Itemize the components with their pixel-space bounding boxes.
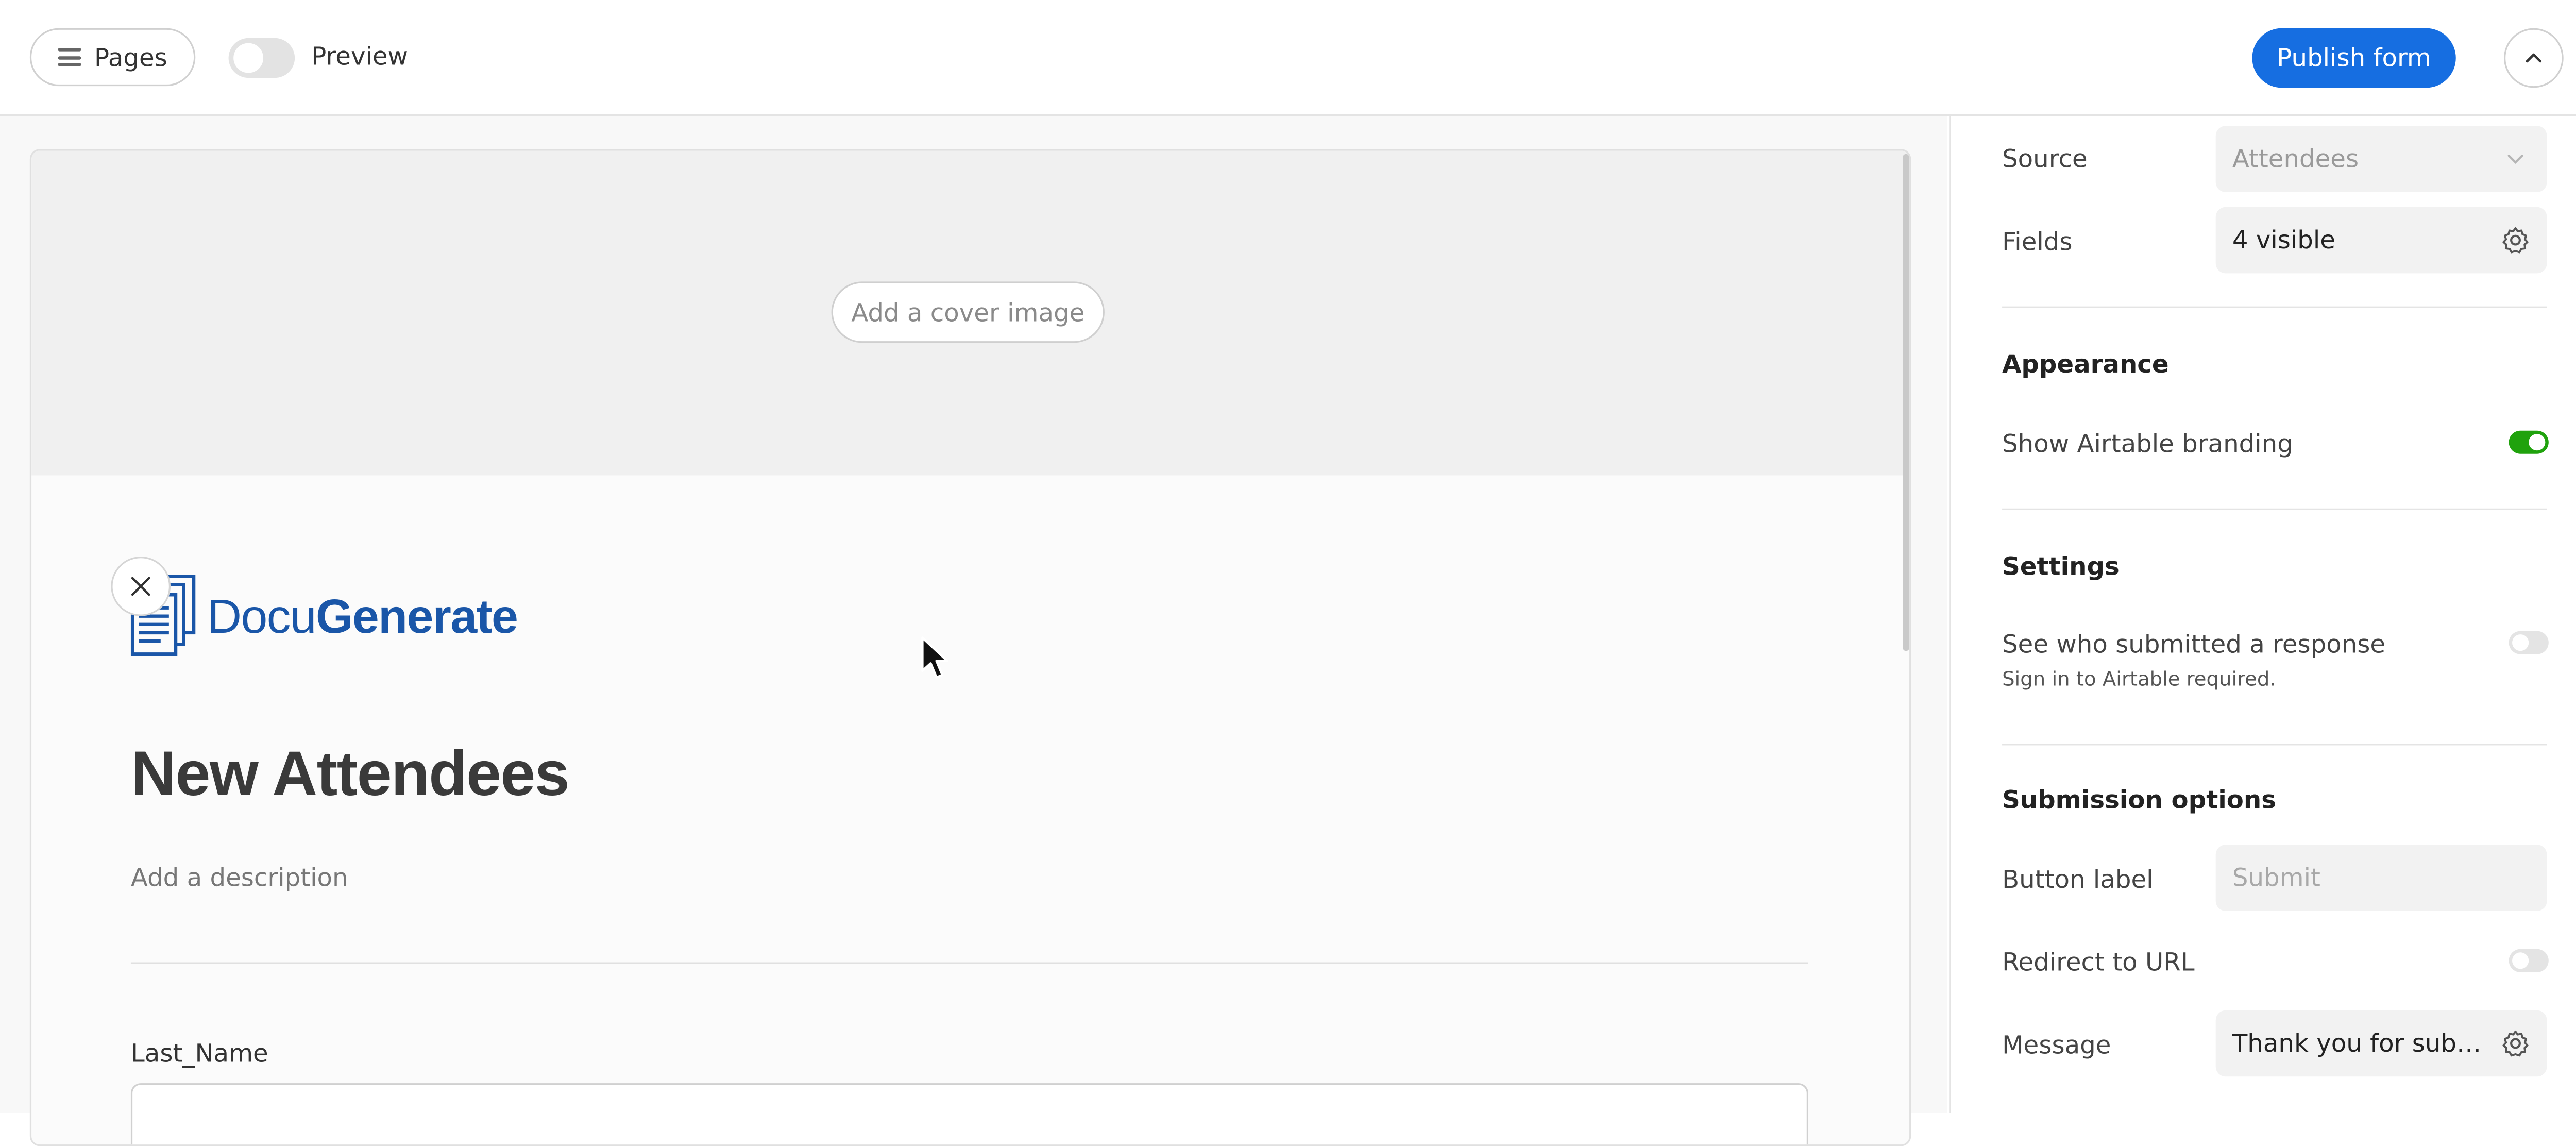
who-submitted-sublabel: Sign in to Airtable required.	[2002, 667, 2276, 691]
message-input[interactable]: Thank you for sub…	[2215, 1010, 2547, 1077]
add-cover-image-button[interactable]: Add a cover image	[831, 281, 1105, 343]
fields-select[interactable]: 4 visible	[2215, 207, 2547, 274]
publish-form-button[interactable]: Publish form	[2252, 28, 2456, 88]
source-label: Source	[2002, 144, 2088, 174]
submission-heading: Submission options	[2002, 785, 2276, 815]
who-submitted-toggle[interactable]	[2509, 631, 2549, 654]
redirect-toggle[interactable]	[2509, 949, 2549, 972]
pages-label: Pages	[94, 42, 167, 72]
message-label: Message	[2002, 1030, 2111, 1060]
form-logo[interactable]: DocuGenerate	[130, 575, 553, 658]
appearance-heading: Appearance	[2002, 349, 2169, 380]
source-value: Attendees	[2232, 144, 2359, 174]
fields-label: Fields	[2002, 227, 2073, 257]
section-divider	[2002, 306, 2547, 308]
branding-toggle[interactable]	[2509, 430, 2549, 454]
form-description[interactable]: Add a description	[131, 863, 348, 893]
remove-logo-button[interactable]	[111, 557, 171, 616]
field-label-last-name: Last_Name	[130, 1038, 268, 1069]
app-window: Pages Preview Publish form Add a cover i…	[0, 0, 2576, 1146]
button-label-label: Button label	[2002, 864, 2154, 895]
scrollbar[interactable]	[1903, 154, 1910, 651]
redirect-label: Redirect to URL	[2002, 947, 2195, 978]
who-submitted-label: See who submitted a response	[2002, 629, 2386, 660]
section-divider	[2002, 744, 2547, 746]
logo-wordmark: DocuGenerate	[207, 591, 518, 645]
branding-label: Show Airtable branding	[2002, 429, 2293, 459]
hamburger-icon	[58, 48, 81, 66]
collapse-button[interactable]	[2504, 28, 2564, 88]
cursor-icon	[921, 636, 948, 679]
field-input-last-name[interactable]	[130, 1083, 1809, 1145]
button-label-input[interactable]: Submit	[2215, 845, 2547, 911]
chevron-up-icon	[2526, 53, 2542, 63]
top-bar: Pages Preview Publish form	[0, 0, 2576, 116]
preview-label: Preview	[311, 41, 408, 72]
gear-icon[interactable]	[2501, 225, 2531, 255]
source-select[interactable]: Attendees	[2215, 126, 2547, 192]
chevron-down-icon	[2507, 155, 2523, 164]
form-canvas: Add a cover image DocuGenerate New Atten…	[0, 116, 1947, 1146]
cover-area: Add a cover image	[31, 150, 1910, 476]
pages-button[interactable]: Pages	[29, 28, 196, 87]
fields-value: 4 visible	[2232, 225, 2335, 255]
preview-toggle[interactable]	[228, 38, 295, 78]
settings-sidebar: Source Attendees Fields 4 visible Appear…	[1949, 116, 2576, 1113]
message-value: Thank you for sub…	[2232, 1029, 2482, 1058]
settings-heading: Settings	[2002, 551, 2120, 582]
form-title[interactable]: New Attendees	[131, 740, 570, 812]
gear-icon[interactable]	[2501, 1029, 2531, 1058]
close-icon	[131, 577, 150, 596]
divider	[130, 962, 1809, 964]
form-card: Add a cover image DocuGenerate New Atten…	[29, 149, 1911, 1146]
section-divider	[2002, 508, 2547, 510]
